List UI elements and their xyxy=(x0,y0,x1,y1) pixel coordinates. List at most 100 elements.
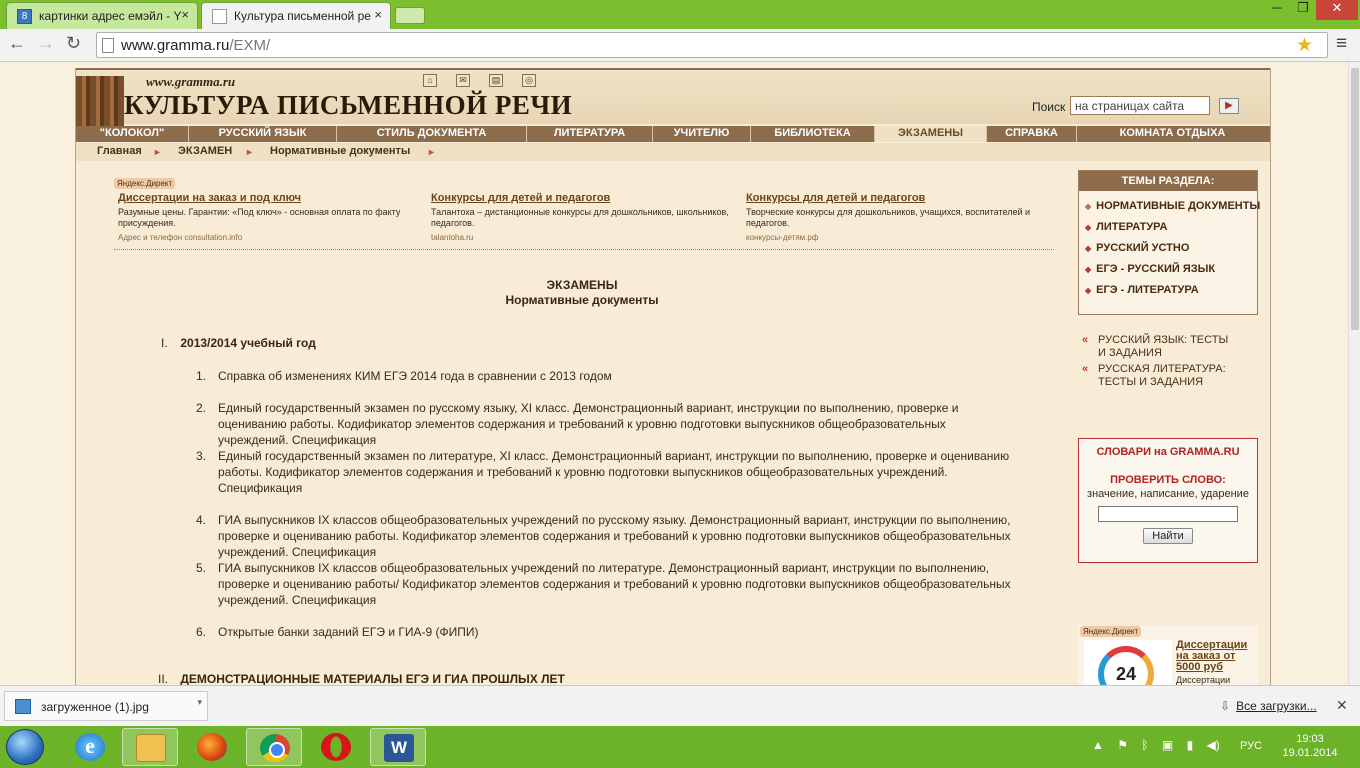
taskbar-opera[interactable] xyxy=(308,728,364,766)
forward-icon[interactable]: → xyxy=(37,33,55,54)
start-button[interactable] xyxy=(6,729,44,765)
ad-image[interactable]: 24 xyxy=(1084,640,1172,685)
home-icon[interactable]: ⌂ xyxy=(423,74,437,87)
all-downloads-link[interactable]: ⇩ Все загрузки... xyxy=(1220,699,1317,713)
link-label[interactable]: РУССКИЙ ЯЗЫК: ТЕСТЫ И ЗАДАНИЯ xyxy=(1098,334,1228,359)
minimize-icon[interactable]: ─ xyxy=(1264,0,1290,20)
doc-item[interactable]: 4. ГИА выпускников IX классов общеобразо… xyxy=(196,512,1016,560)
theme-label[interactable]: ЕГЭ - ЛИТЕРАТУРА xyxy=(1096,284,1199,296)
tab-gramma[interactable]: Культура письменной ре × xyxy=(201,2,391,29)
globe-icon[interactable]: ◎ xyxy=(522,74,536,87)
all-downloads-label[interactable]: Все загрузки... xyxy=(1236,699,1317,713)
back-icon[interactable]: ← xyxy=(8,33,26,54)
theme-oral[interactable]: ◆ РУССКИЙ УСТНО xyxy=(1085,242,1189,254)
ad-3[interactable]: Конкурсы для детей и педагогов Творчески… xyxy=(746,193,1051,243)
nav-exams[interactable]: ЭКЗАМЕНЫ xyxy=(875,126,987,142)
maximize-icon[interactable]: ❐ xyxy=(1290,0,1316,20)
download-item[interactable]: загруженное (1).jpg ▾ xyxy=(4,691,208,721)
theme-ege-russian[interactable]: ◆ ЕГЭ - РУССКИЙ ЯЗЫК xyxy=(1085,263,1215,275)
arrow-right-icon: ► xyxy=(245,147,254,157)
chevron-down-icon[interactable]: ▾ xyxy=(197,697,202,708)
nav-kolokol[interactable]: "КОЛОКОЛ" xyxy=(76,126,189,142)
scrollbar[interactable] xyxy=(1348,62,1360,685)
close-icon[interactable]: ✕ xyxy=(1316,0,1358,20)
ad-1[interactable]: Диссертации на заказ и под ключ Разумные… xyxy=(118,193,423,243)
bluetooth-icon[interactable]: ᛒ xyxy=(1141,738,1148,752)
search-input[interactable] xyxy=(1070,96,1210,115)
nav-russian[interactable]: РУССКИЙ ЯЗЫК xyxy=(189,126,337,142)
ad-title[interactable]: Конкурсы для детей и педагогов xyxy=(431,193,736,204)
doc-item[interactable]: 5. ГИА выпускников IX классов общеобразо… xyxy=(196,560,1016,608)
crumb-exam[interactable]: ЭКЗАМЕН xyxy=(178,143,232,160)
tab-kartinki[interactable]: 8 картинки адрес емэйл - Y × xyxy=(6,2,198,29)
taskbar-ie[interactable]: e xyxy=(62,728,118,766)
taskbar: e W ▲ ⚑ ᛒ ▣ ▮ ◀) РУС 19:03 19.01.2014 xyxy=(0,726,1360,768)
ad-title[interactable]: Диссертации на заказ и под ключ xyxy=(118,193,423,204)
download-filename[interactable]: загруженное (1).jpg xyxy=(41,700,149,714)
theme-label[interactable]: НОРМАТИВНЫЕ ДОКУМЕНТЫ xyxy=(1096,200,1260,212)
doc-item[interactable]: 3. Единый государственный экзамен по лит… xyxy=(196,448,1016,496)
crumb-home[interactable]: Главная xyxy=(97,143,142,160)
sidebar-ad[interactable]: Яндекс.Директ 24 Диссертации на заказ от… xyxy=(1078,626,1258,685)
item-text[interactable]: Единый государственный экзамен по литера… xyxy=(196,448,1016,496)
new-tab-button[interactable] xyxy=(395,7,425,24)
item-text[interactable]: ГИА выпускников IX классов общеобразоват… xyxy=(196,512,1016,560)
network-icon[interactable]: ⚑ xyxy=(1117,738,1128,752)
clock[interactable]: 19:03 19.01.2014 xyxy=(1280,732,1340,760)
theme-label[interactable]: РУССКИЙ УСТНО xyxy=(1096,242,1189,254)
doc-item[interactable]: 1. Справка об изменениях КИМ ЕГЭ 2014 го… xyxy=(196,368,1016,384)
theme-ege-literature[interactable]: ◆ ЕГЭ - ЛИТЕРАТУРА xyxy=(1085,284,1199,296)
item-text[interactable]: Открытые банки заданий ЕГЭ и ГИА-9 (ФИПИ… xyxy=(196,624,1016,640)
volume-icon[interactable]: ◀) xyxy=(1207,738,1220,752)
star-icon[interactable]: ★ xyxy=(1296,34,1313,57)
search-go-icon[interactable]: ▶ xyxy=(1219,98,1239,114)
theme-label[interactable]: ЛИТЕРАТУРА xyxy=(1096,221,1167,233)
doc-item[interactable]: 2. Единый государственный экзамен по рус… xyxy=(196,400,1016,448)
tab-close-icon[interactable]: × xyxy=(181,7,189,22)
ad-url[interactable]: конкурсы-детям.рф xyxy=(746,232,1051,243)
taskbar-word[interactable]: W xyxy=(370,728,426,766)
dict-title[interactable]: СЛОВАРИ на GRAMMA.RU xyxy=(1079,446,1257,458)
tab-close-icon[interactable]: × xyxy=(374,7,382,22)
ad-url[interactable]: Адрес и телефон consultation.info xyxy=(118,232,423,243)
nav-literature[interactable]: ЛИТЕРАТУРА xyxy=(527,126,653,142)
ad-title[interactable]: Конкурсы для детей и педагогов xyxy=(746,193,1051,204)
nav-help[interactable]: СПРАВКА xyxy=(987,126,1077,142)
taskbar-explorer[interactable] xyxy=(122,728,178,766)
link-literature-tests[interactable]: « РУССКАЯ ЛИТЕРАТУРА: ТЕСТЫ И ЗАДАНИЯ xyxy=(1082,363,1232,389)
nav-teacher[interactable]: УЧИТЕЛЮ xyxy=(653,126,751,142)
close-icon[interactable]: ✕ xyxy=(1336,697,1348,714)
dict-find-button[interactable]: Найти xyxy=(1143,528,1193,544)
item-text[interactable]: Справка об изменениях КИМ ЕГЭ 2014 года … xyxy=(196,368,1016,384)
scrollbar-thumb[interactable] xyxy=(1351,68,1359,330)
reload-icon[interactable]: ↻ xyxy=(66,33,81,54)
nav-rest-room[interactable]: КОМНАТА ОТДЫХА xyxy=(1077,126,1268,142)
menu-icon[interactable]: ≡ xyxy=(1336,33,1347,55)
ad-text: Творческие конкурсы для дошкольников, уч… xyxy=(746,207,1031,228)
address-bar[interactable]: www.gramma.ru/EXM/ ★ xyxy=(96,32,1328,58)
sitemap-icon[interactable]: ✉ xyxy=(456,74,470,87)
taskbar-firefox[interactable] xyxy=(184,728,240,766)
ad-title[interactable]: Диссертации на заказ от 5000 руб xyxy=(1176,640,1254,673)
tray-expand-icon[interactable]: ▲ xyxy=(1092,738,1104,752)
ad-url[interactable]: talantoha.ru xyxy=(431,232,736,243)
site-title[interactable]: КУЛЬТУРА ПИСЬМЕННОЙ РЕЧИ xyxy=(124,90,572,121)
nav-library[interactable]: БИБЛИОТЕКА xyxy=(751,126,875,142)
ad-2[interactable]: Конкурсы для детей и педагогов Талантоха… xyxy=(431,193,736,243)
item-text[interactable]: ГИА выпускников IX классов общеобразоват… xyxy=(196,560,1016,608)
monitor-icon[interactable]: ▣ xyxy=(1162,738,1173,752)
item-text[interactable]: Единый государственный экзамен по русско… xyxy=(196,400,1016,448)
taskbar-chrome[interactable] xyxy=(246,728,302,766)
double-arrow-icon: « xyxy=(1082,334,1089,346)
theme-label[interactable]: ЕГЭ - РУССКИЙ ЯЗЫК xyxy=(1096,263,1215,275)
theme-literature[interactable]: ◆ ЛИТЕРАТУРА xyxy=(1085,221,1167,233)
signal-icon[interactable]: ▮ xyxy=(1187,738,1194,752)
doc-item[interactable]: 6. Открытые банки заданий ЕГЭ и ГИА-9 (Ф… xyxy=(196,624,1016,640)
link-label[interactable]: РУССКАЯ ЛИТЕРАТУРА: ТЕСТЫ И ЗАДАНИЯ xyxy=(1098,363,1226,388)
dict-word-input[interactable] xyxy=(1098,506,1238,522)
nav-style[interactable]: СТИЛЬ ДОКУМЕНТА xyxy=(337,126,527,142)
language-indicator[interactable]: РУС xyxy=(1240,740,1262,752)
link-russian-tests[interactable]: « РУССКИЙ ЯЗЫК: ТЕСТЫ И ЗАДАНИЯ xyxy=(1082,334,1232,360)
bookmark-icon[interactable]: ▤ xyxy=(489,74,503,87)
theme-normative[interactable]: ◆ НОРМАТИВНЫЕ ДОКУМЕНТЫ xyxy=(1085,200,1260,212)
